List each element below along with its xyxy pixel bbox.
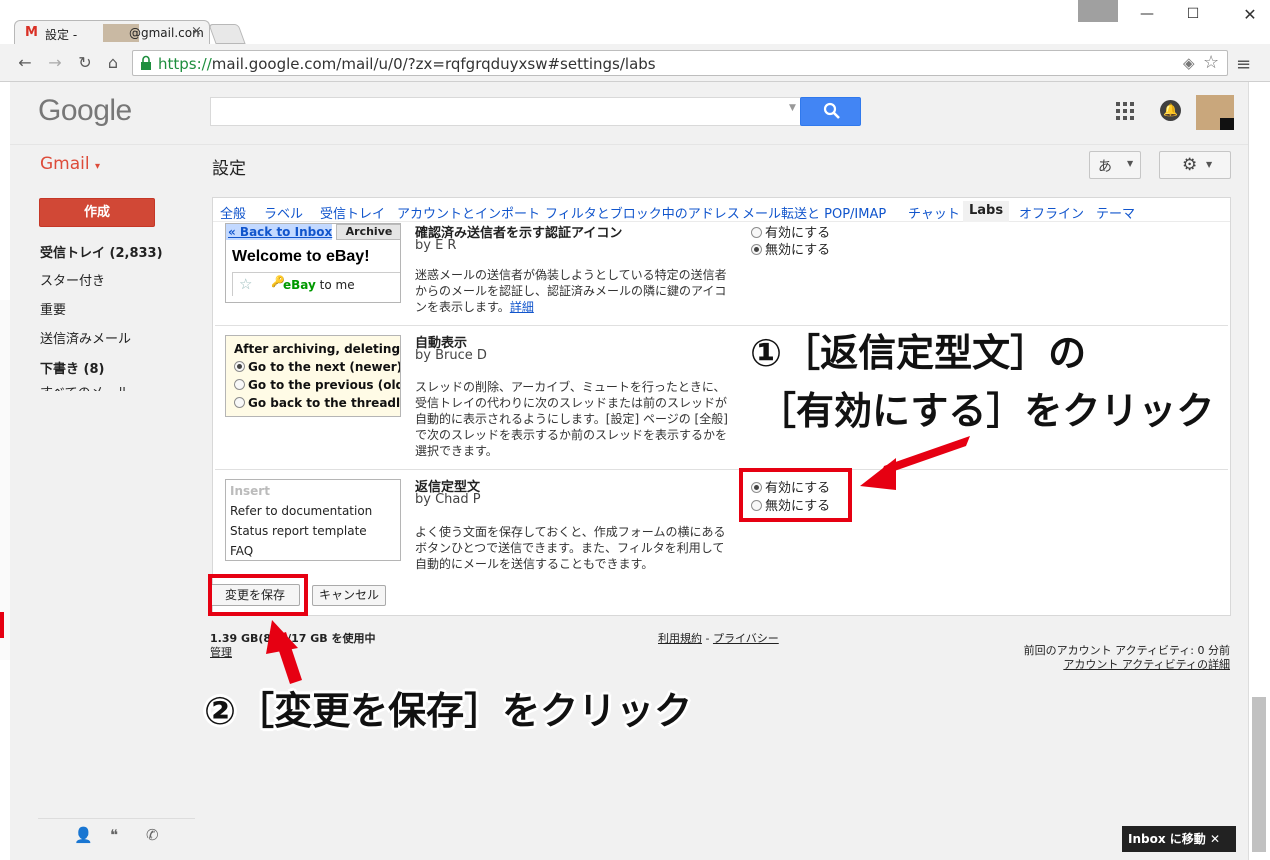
callout-step-2: ②［変更を保存］をクリック	[204, 689, 693, 733]
callout-step-1: ①［返信定型文］の	[750, 331, 1087, 375]
callout-step-1-action: ［有効にする］をクリック	[758, 389, 1215, 433]
arrow-to-save-icon	[266, 620, 302, 684]
arrow-to-enable-icon	[860, 436, 970, 490]
